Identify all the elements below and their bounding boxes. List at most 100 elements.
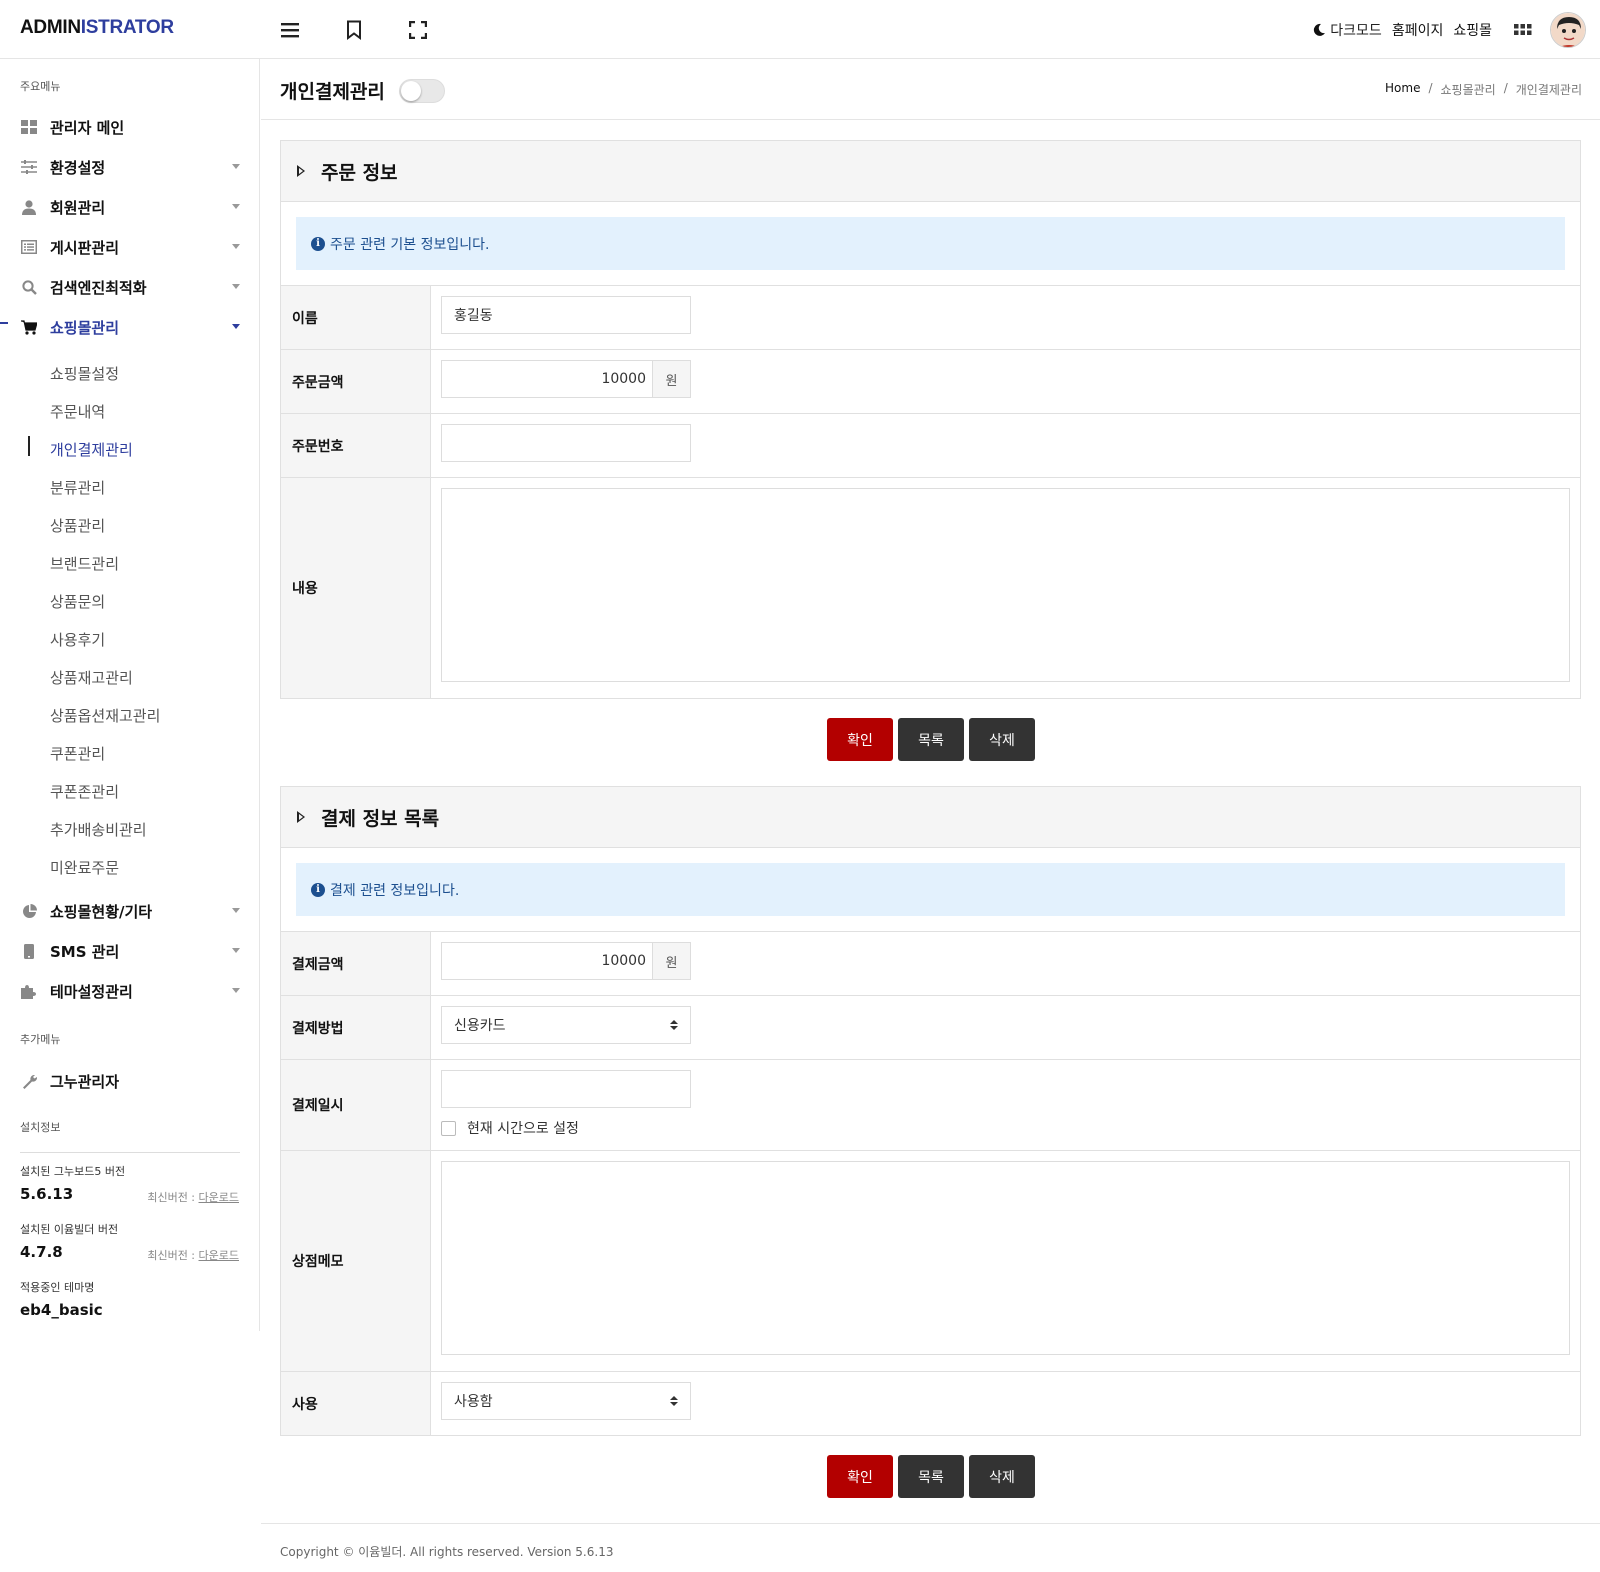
order-number-input[interactable] — [441, 424, 691, 462]
payment-info-header[interactable]: 결제 정보 목록 — [281, 787, 1580, 848]
sub-item-incomplete-orders[interactable]: 미완료주문 — [50, 857, 119, 878]
fullscreen-icon[interactable] — [406, 18, 430, 42]
download-link[interactable]: 다운로드 — [199, 1191, 239, 1204]
install-info-title: 설치정보 — [20, 1121, 61, 1134]
chevron-down-icon — [232, 284, 240, 289]
order-name-row: 이름 홍길동 — [281, 285, 1580, 349]
memo-label: 상점메모 — [281, 1151, 431, 1371]
order-buttons: 확인 목록 삭제 — [827, 718, 1035, 761]
caret-right-icon — [297, 811, 305, 823]
page-toggle-switch[interactable] — [399, 79, 445, 103]
sliders-icon — [20, 158, 38, 176]
bookmark-icon[interactable] — [342, 18, 366, 42]
download-link[interactable]: 다운로드 — [199, 1249, 239, 1262]
user-icon — [20, 198, 38, 216]
info-icon: i — [311, 882, 325, 897]
list-icon — [20, 238, 38, 256]
dark-mode-link[interactable]: 다크모드 — [1312, 20, 1382, 40]
wrench-icon — [20, 1072, 38, 1090]
order-content-row: 내용 — [281, 477, 1580, 698]
footer-copyright: Copyright © 이윰빌더. All rights reserved. V… — [280, 1545, 614, 1559]
set-current-time-checkbox[interactable]: 현재 시간으로 설정 — [441, 1118, 1570, 1138]
confirm-button[interactable]: 확인 — [827, 718, 893, 761]
main-menu-title: 주요메뉴 — [20, 80, 61, 93]
sub-item-personal-payment[interactable]: 개인결제관리 — [50, 439, 133, 460]
homepage-link[interactable]: 홈페이지 — [1392, 20, 1444, 40]
caret-right-icon — [297, 165, 305, 177]
confirm-button[interactable]: 확인 — [827, 1455, 893, 1498]
apps-grid-icon[interactable] — [1514, 23, 1532, 37]
sidebar-item-sms[interactable]: SMS 관리 — [20, 937, 240, 965]
payment-date-row: 결제일시 현재 시간으로 설정 — [281, 1059, 1580, 1150]
breadcrumb-separator: / — [1503, 81, 1508, 95]
order-info-header[interactable]: 주문 정보 — [281, 141, 1580, 202]
logo[interactable]: ADMINISTRATOR — [20, 17, 174, 39]
payment-amount-input[interactable]: 10000 원 — [441, 942, 691, 980]
eyoom-latest: 최신버전 : 다운로드 — [147, 1249, 239, 1262]
sidebar-item-members[interactable]: 회원관리 — [20, 193, 240, 221]
order-info-panel: 주문 정보 i 주문 관련 기본 정보입니다. 이름 홍길동 주문금액 10000… — [280, 140, 1581, 699]
payment-date-input[interactable] — [441, 1070, 691, 1108]
sidebar-item-gnu-admin[interactable]: 그누관리자 — [20, 1067, 240, 1095]
sub-item-option-stock[interactable]: 상품옵션재고관리 — [50, 705, 160, 726]
eyoom-version: 4.7.8 — [20, 1243, 63, 1261]
content-textarea[interactable] — [441, 488, 1570, 682]
list-button[interactable]: 목록 — [898, 718, 964, 761]
puzzle-icon — [20, 982, 38, 1000]
sub-item-extra-shipping[interactable]: 추가배송비관리 — [50, 819, 147, 840]
shop-link[interactable]: 쇼핑몰 — [1453, 20, 1492, 40]
checkbox[interactable] — [441, 1120, 456, 1136]
sub-item-product-qna[interactable]: 상품문의 — [50, 591, 105, 612]
sub-item-stock[interactable]: 상품재고관리 — [50, 667, 133, 688]
currency-unit: 원 — [652, 361, 690, 397]
order-number-row: 주문번호 — [281, 413, 1580, 477]
sub-item-products[interactable]: 상품관리 — [50, 515, 105, 536]
sidebar-item-settings[interactable]: 환경설정 — [20, 153, 240, 181]
memo-textarea[interactable] — [441, 1161, 1570, 1355]
chevron-down-icon — [232, 244, 240, 249]
sidebar-item-seo[interactable]: 검색엔진최적화 — [20, 273, 240, 301]
payment-buttons: 확인 목록 삭제 — [827, 1455, 1035, 1498]
sub-active-indicator — [28, 436, 30, 456]
sub-item-brands[interactable]: 브랜드관리 — [50, 553, 119, 574]
sidebar: 주요메뉴 관리자 메인 환경설정 회원관리 게시판관리 검색엔진최적화 쇼핑몰관… — [0, 59, 260, 1331]
mobile-icon — [20, 942, 38, 960]
breadcrumb: Home / 쇼핑몰관리 / 개인결제관리 — [1385, 81, 1582, 98]
payment-date-label: 결제일시 — [281, 1060, 431, 1150]
sub-item-coupons[interactable]: 쿠폰관리 — [50, 743, 105, 764]
menu-icon[interactable] — [278, 18, 302, 42]
gnuboard-latest: 최신버전 : 다운로드 — [147, 1191, 239, 1204]
sidebar-item-shop-stats[interactable]: 쇼핑몰현황/기타 — [20, 897, 240, 925]
chevron-down-icon — [232, 988, 240, 993]
user-avatar[interactable] — [1550, 12, 1586, 48]
sub-item-coupon-zone[interactable]: 쿠폰존관리 — [50, 781, 119, 802]
order-amount-input[interactable]: 10000 원 — [441, 360, 691, 398]
name-input[interactable]: 홍길동 — [441, 296, 691, 334]
payment-amount-row: 결제금액 10000 원 — [281, 931, 1580, 995]
search-icon — [20, 278, 38, 296]
extra-menu-title: 추가메뉴 — [20, 1033, 61, 1046]
sidebar-item-boards[interactable]: 게시판관리 — [20, 233, 240, 261]
payment-info-panel: 결제 정보 목록 i 결제 관련 정보입니다. 결제금액 10000 원 결제방법 … — [280, 786, 1581, 1436]
pie-chart-icon — [20, 902, 38, 920]
sub-item-orders[interactable]: 주문내역 — [50, 401, 105, 422]
list-button[interactable]: 목록 — [898, 1455, 964, 1498]
payment-method-select[interactable]: 신용카드 — [441, 1006, 691, 1044]
top-header: ADMINISTRATOR 다크모드 홈페이지 쇼핑몰 — [0, 0, 1600, 59]
use-label: 사용 — [281, 1372, 431, 1435]
sidebar-item-admin-main[interactable]: 관리자 메인 — [20, 113, 240, 141]
sub-item-categories[interactable]: 분류관리 — [50, 477, 105, 498]
info-icon: i — [311, 236, 325, 251]
chevron-down-icon — [232, 948, 240, 953]
sidebar-item-theme[interactable]: 테마설정관리 — [20, 977, 240, 1005]
use-select[interactable]: 사용함 — [441, 1382, 691, 1420]
breadcrumb-home[interactable]: Home — [1385, 81, 1420, 98]
sidebar-item-shop[interactable]: 쇼핑몰관리 — [20, 313, 240, 341]
breadcrumb-shop[interactable]: 쇼핑몰관리 — [1441, 81, 1496, 98]
delete-button[interactable]: 삭제 — [969, 718, 1035, 761]
sub-item-shop-settings[interactable]: 쇼핑몰설정 — [50, 363, 119, 384]
active-indicator — [0, 322, 8, 324]
delete-button[interactable]: 삭제 — [969, 1455, 1035, 1498]
currency-unit: 원 — [652, 943, 690, 979]
sub-item-reviews[interactable]: 사용후기 — [50, 629, 105, 650]
